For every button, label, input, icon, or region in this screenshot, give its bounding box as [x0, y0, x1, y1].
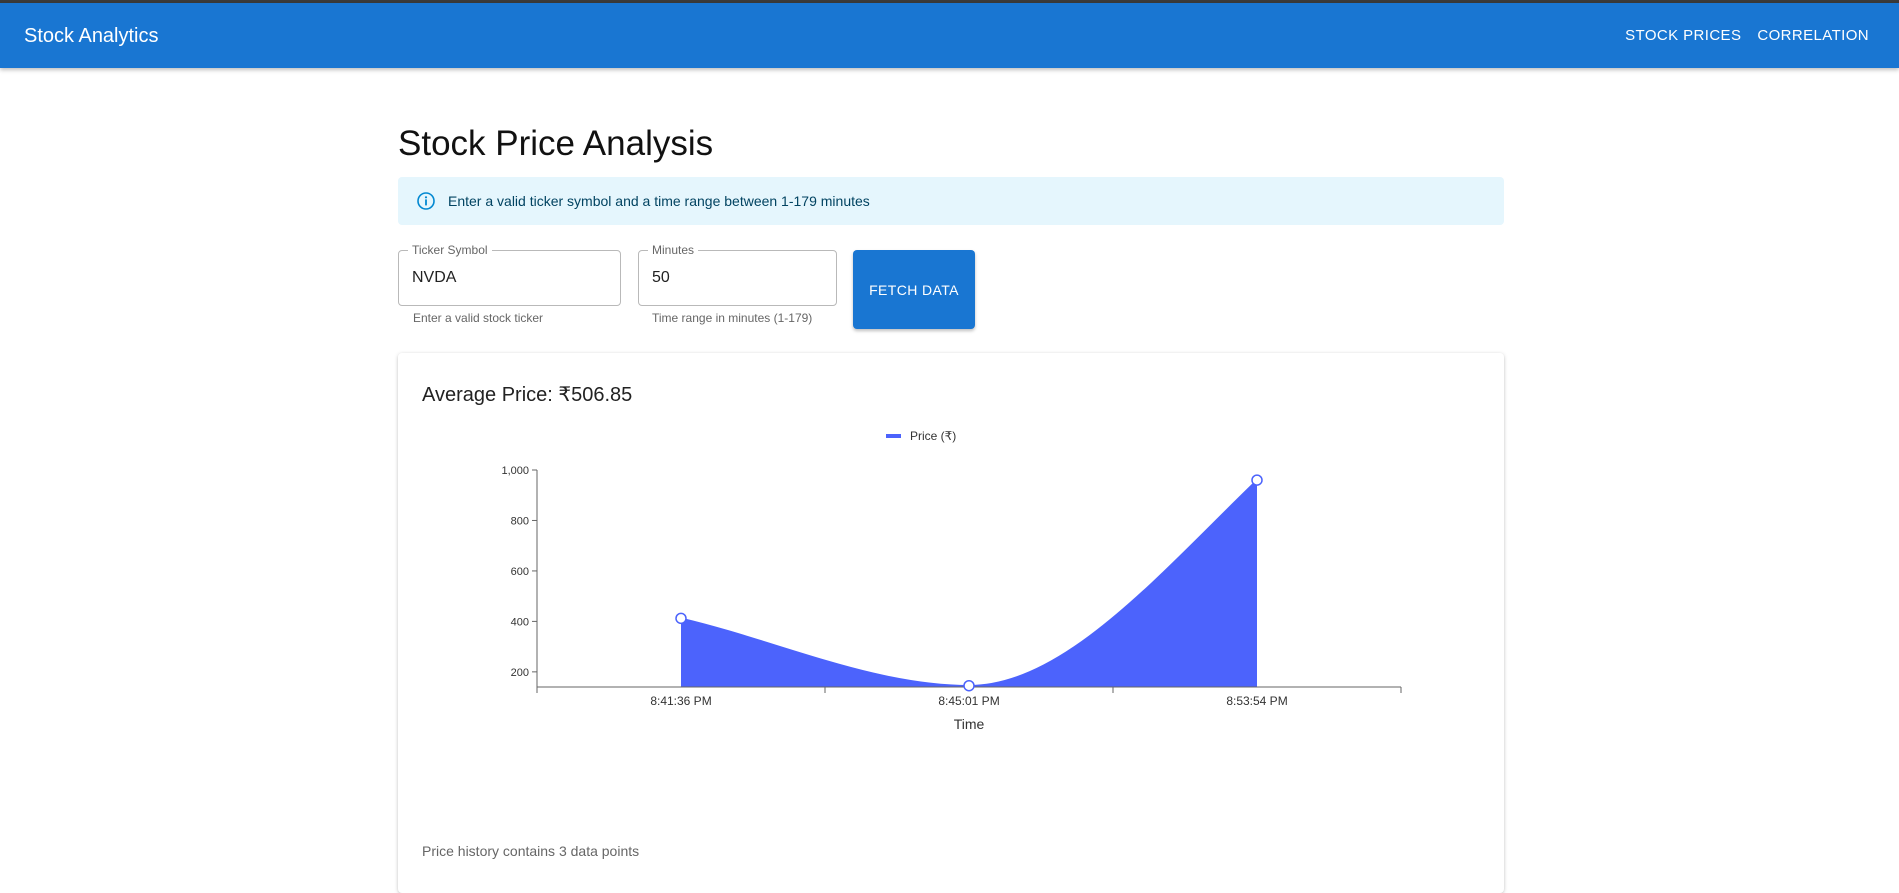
price-area: [681, 480, 1257, 687]
y-tick-label: 400: [511, 616, 529, 628]
info-alert: Enter a valid ticker symbol and a time r…: [398, 177, 1504, 225]
data-point: [675, 612, 687, 625]
y-tick-label: 200: [511, 667, 529, 679]
app-title: Stock Analytics: [24, 25, 159, 47]
price-chart: Price (₹) 200 400 600 800 1,000 8:41:36 PM 8:45…: [501, 429, 1402, 732]
data-point: [963, 679, 975, 692]
x-tick-label: 8:45:01 PM: [938, 694, 999, 708]
minutes-helper-text: Time range in minutes (1-179): [652, 311, 813, 325]
minutes-field[interactable]: Minutes 50: [638, 243, 837, 306]
price-card: Average Price: ₹506.85 Price (₹) 200 400 60…: [398, 353, 1504, 893]
history-note: Price history contains 3 data points: [422, 843, 640, 859]
info-message: Enter a valid ticker symbol and a time r…: [448, 193, 870, 209]
x-tick-label: 8:41:36 PM: [650, 694, 711, 708]
ticker-helper-text: Enter a valid stock ticker: [413, 311, 544, 325]
legend-swatch: [886, 434, 901, 438]
x-tick-label: 8:53:54 PM: [1226, 694, 1287, 708]
page-title: Stock Price Analysis: [398, 124, 714, 163]
main-nav: STOCK PRICES CORRELATION: [1625, 27, 1869, 44]
nav-stock-prices[interactable]: STOCK PRICES: [1625, 27, 1741, 44]
app-bar: Stock Analytics STOCK PRICES CORRELATION: [0, 3, 1899, 68]
fetch-data-button[interactable]: FETCH DATA: [853, 250, 975, 329]
ticker-label: Ticker Symbol: [408, 243, 492, 257]
minutes-input[interactable]: 50: [652, 269, 670, 287]
y-tick-label: 800: [511, 515, 529, 527]
x-axis-title: Time: [954, 716, 985, 732]
data-point: [1251, 474, 1263, 486]
info-icon: [417, 192, 435, 210]
nav-correlation[interactable]: CORRELATION: [1757, 27, 1869, 44]
y-tick-label: 600: [511, 566, 529, 578]
ticker-field[interactable]: Ticker Symbol NVDA: [398, 243, 621, 306]
y-tick-label: 1,000: [501, 465, 529, 477]
ticker-input[interactable]: NVDA: [412, 269, 456, 287]
minutes-label: Minutes: [648, 243, 699, 257]
legend-label: Price (₹): [910, 429, 956, 443]
